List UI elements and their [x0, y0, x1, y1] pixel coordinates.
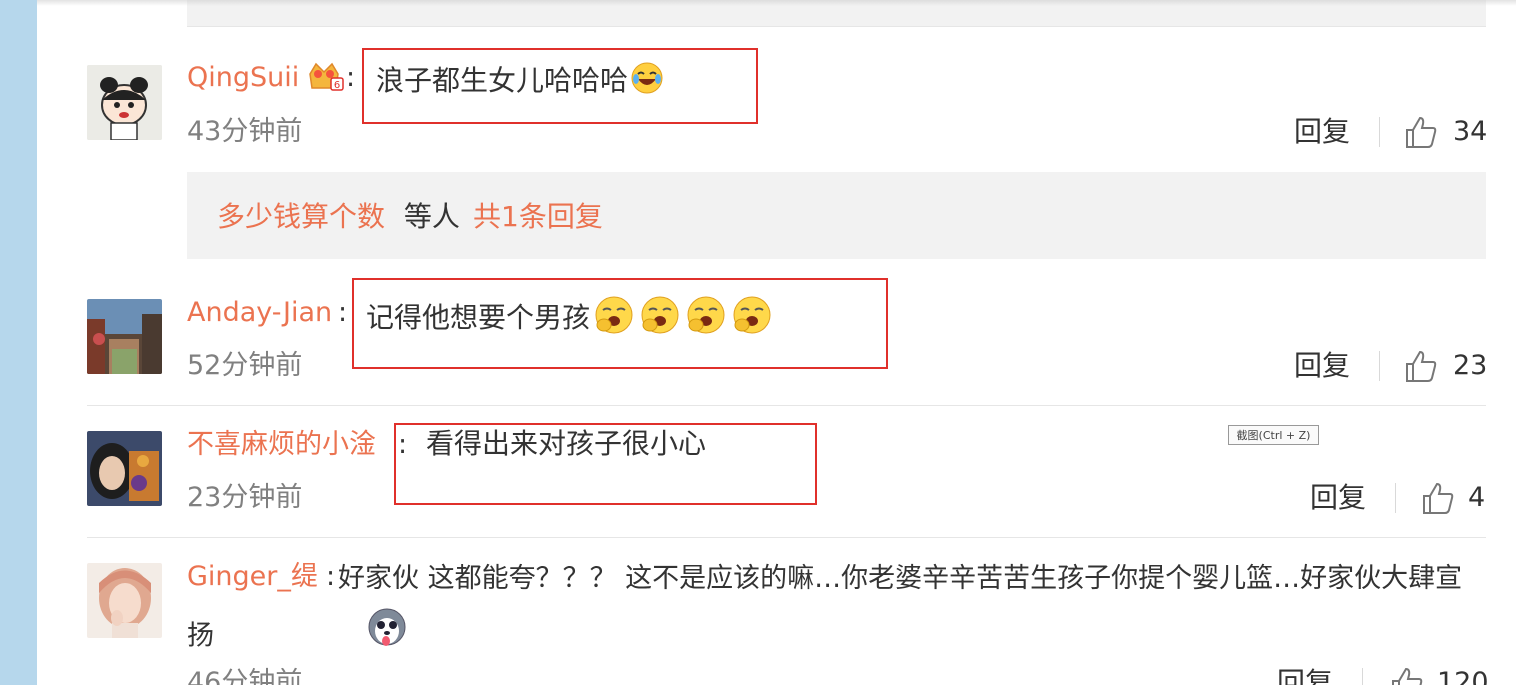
scroll-shadow [37, 0, 1516, 6]
highlight-box [352, 278, 888, 369]
thumbs-up-icon[interactable] [1420, 480, 1456, 516]
thumbs-up-icon[interactable] [1389, 665, 1425, 685]
like-count: 120 [1437, 667, 1489, 685]
divider [1395, 483, 1396, 513]
avatar[interactable] [87, 299, 162, 374]
comment-time: 23分钟前 [187, 482, 303, 513]
colon: : [346, 62, 356, 93]
avatar[interactable] [87, 65, 162, 140]
vip-crown-icon[interactable]: 6 [306, 60, 344, 94]
reply-button[interactable]: 回复 [1310, 482, 1366, 514]
sub-reply-middle: 等人 [395, 200, 469, 233]
reply-button[interactable]: 回复 [1277, 667, 1333, 685]
divider [1379, 117, 1380, 147]
like-count: 23 [1453, 350, 1488, 381]
husky-emoji [216, 607, 407, 667]
like-count: 4 [1468, 482, 1486, 513]
username[interactable]: 不喜麻烦的小淦 [187, 429, 376, 461]
comment-panel: QingSuii 6 : 浪子都生女儿哈哈哈 43分钟前 回复 34 多少钱算个… [37, 0, 1516, 685]
sub-reply-names[interactable]: 多少钱算个数 [217, 200, 385, 234]
comment-divider [87, 405, 1486, 406]
username[interactable]: QingSuii [187, 62, 299, 94]
colon: : [338, 297, 348, 328]
screenshot-tooltip: 截图(Ctrl + Z) [1228, 425, 1319, 445]
reply-button[interactable]: 回复 [1294, 116, 1350, 148]
comment-text-4: 好家伙 这都能夸？？？ 这不是应该的嘛…你老婆辛辛苦苦生孩子你提个婴儿篮…好家伙… [187, 551, 1487, 667]
comment-time: 52分钟前 [187, 350, 303, 381]
svg-text:6: 6 [334, 80, 340, 91]
avatar[interactable] [87, 563, 162, 638]
sub-reply-summary[interactable]: 多少钱算个数 等人 共1条回复 [187, 172, 1486, 259]
thumbs-up-icon[interactable] [1403, 348, 1439, 384]
reply-button[interactable]: 回复 [1294, 350, 1350, 382]
sub-reply-count-link[interactable]: 共1条回复 [473, 200, 603, 234]
comment-divider [87, 537, 1486, 538]
divider [1362, 668, 1363, 685]
comment-time: 46分钟前 [187, 667, 303, 685]
like-count: 34 [1453, 116, 1488, 147]
thumbs-up-icon[interactable] [1403, 114, 1439, 150]
avatar[interactable] [87, 431, 162, 506]
username[interactable]: Anday-Jian [187, 297, 332, 329]
divider [1379, 351, 1380, 381]
comment-time: 43分钟前 [187, 116, 303, 147]
highlight-box [394, 423, 817, 505]
highlight-box [362, 48, 758, 124]
